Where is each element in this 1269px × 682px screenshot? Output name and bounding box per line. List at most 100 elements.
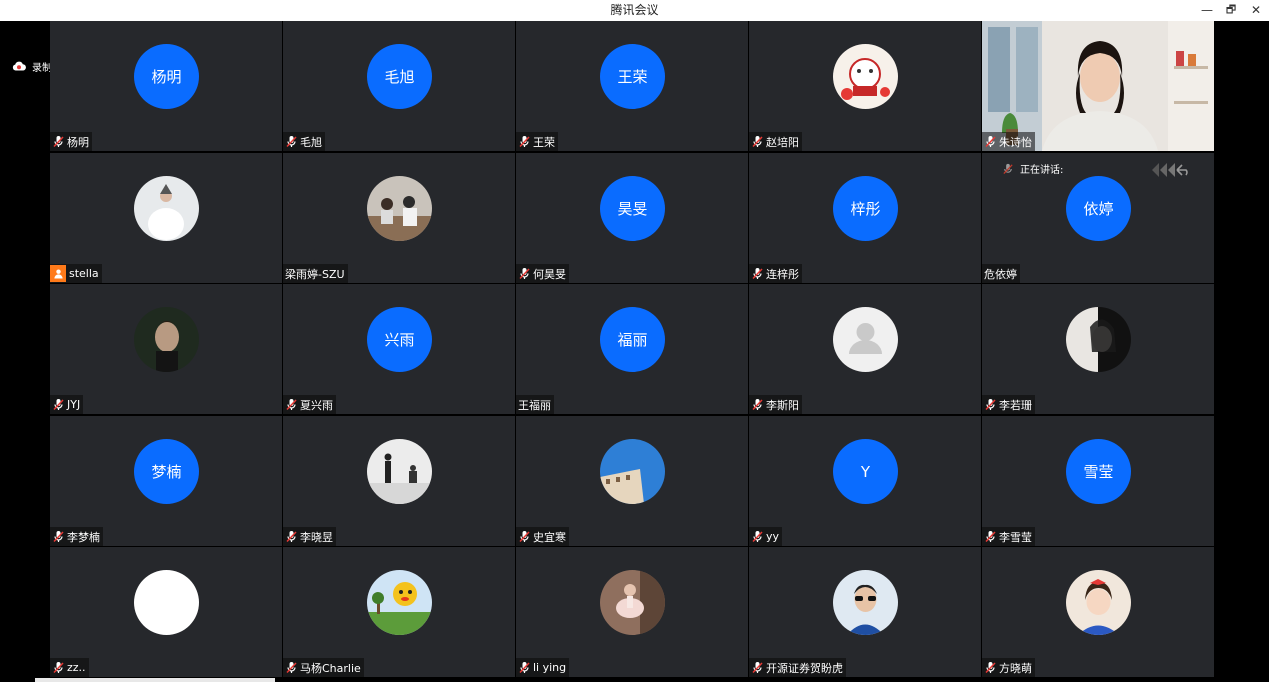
participant-name-label: 王福丽 <box>516 395 554 414</box>
participant-name: yy <box>766 530 780 543</box>
participant-tile[interactable]: 开源证券贺盼虎 <box>749 547 981 677</box>
participant-name-label: 何昊旻 <box>516 264 569 283</box>
participant-tile[interactable]: 李若珊 <box>982 284 1214 414</box>
participant-name-label: li ying <box>516 658 570 677</box>
participant-tile[interactable]: 史宜寒 <box>516 416 748 546</box>
participant-avatar: 昊旻 <box>600 176 665 241</box>
participant-tile[interactable]: Yyy <box>749 416 981 546</box>
participant-name-label: 李斯阳 <box>749 395 802 414</box>
participant-tile[interactable]: 依婷 正在讲话: 危依婷 <box>982 153 1214 283</box>
participant-tile[interactable]: 梓彤 连梓彤 <box>749 153 981 283</box>
avatar-initials: 依婷 <box>1083 200 1114 218</box>
participant-tile[interactable]: 马杨Charlie <box>283 547 515 677</box>
participant-tile[interactable]: 李晓昱 <box>283 416 515 546</box>
participant-tile[interactable]: li ying <box>516 547 748 677</box>
participant-name-label: 史宜寒 <box>516 527 569 546</box>
participant-name: 何昊旻 <box>533 267 566 281</box>
title-bar: 腾讯会议 — 🗗 ✕ <box>0 0 1269 21</box>
left-side-bar <box>0 21 50 682</box>
participant-tile[interactable]: 李斯阳 <box>749 284 981 414</box>
participant-avatar: 依婷 <box>1066 176 1131 241</box>
participant-tile[interactable]: 王荣 王荣 <box>516 21 748 151</box>
participant-avatar <box>134 176 199 241</box>
participant-name: 李梦楠 <box>67 530 100 544</box>
mic-muted-icon <box>751 267 764 280</box>
participant-tile[interactable]: JYJ <box>50 284 282 414</box>
bottom-scroll-strip[interactable] <box>35 678 275 682</box>
participant-name: zz.. <box>67 661 86 674</box>
participant-tile[interactable]: 兴雨 夏兴雨 <box>283 284 515 414</box>
participant-tile[interactable]: 昊旻何昊旻 <box>516 153 748 283</box>
participant-avatar <box>833 570 898 635</box>
participant-name-label: 开源证券贺盼虎 <box>749 658 846 677</box>
participant-name: 王福丽 <box>518 398 551 412</box>
participant-tile[interactable]: 朱诗怡 <box>982 21 1214 151</box>
participant-tile[interactable]: 杨明 杨明 <box>50 21 282 151</box>
participant-avatar: 毛旭 <box>367 44 432 109</box>
participant-avatar: 梓彤 <box>833 176 898 241</box>
mic-muted-icon <box>285 398 298 411</box>
avatar-initials: 毛旭 <box>384 68 415 86</box>
participant-name: stella <box>69 267 99 280</box>
participant-name: 李若珊 <box>999 398 1032 412</box>
participant-tile[interactable]: stella <box>50 153 282 283</box>
mic-muted-icon <box>285 661 298 674</box>
participant-name-label: 李梦楠 <box>50 527 103 546</box>
mic-muted-icon <box>518 530 531 543</box>
cloud-record-icon <box>12 61 26 71</box>
participant-avatar <box>1066 570 1131 635</box>
mic-muted-icon <box>52 135 65 148</box>
participant-tile[interactable]: 梁雨婷-SZU <box>283 153 515 283</box>
participant-avatar <box>367 570 432 635</box>
participant-name-label: JYJ <box>50 395 84 414</box>
participant-tile[interactable]: 方晓萌 <box>982 547 1214 677</box>
participant-name-label: zz.. <box>50 658 89 677</box>
avatar-initials: 福丽 <box>617 331 648 349</box>
participant-name: 李晓昱 <box>300 530 333 544</box>
participant-name-label: stella <box>50 264 102 283</box>
avatar-initials: 梓彤 <box>850 200 881 218</box>
participant-avatar <box>600 570 665 635</box>
participant-grid: 杨明 杨明 毛旭 毛旭 王荣 王荣 赵培阳 朱诗怡 stella 梁雨婷-SZU 昊旻 何昊旻 梓彤 连梓… <box>50 21 1215 682</box>
participant-avatar: 雪莹 <box>1066 439 1131 504</box>
participant-name: 王荣 <box>533 135 555 149</box>
mic-muted-icon <box>518 661 531 674</box>
mic-muted-icon <box>751 661 764 674</box>
close-button[interactable]: ✕ <box>1245 0 1267 21</box>
participant-tile[interactable]: 福丽王福丽 <box>516 284 748 414</box>
audio-wave-icon <box>1150 162 1190 182</box>
participant-tile[interactable]: zz.. <box>50 547 282 677</box>
participant-avatar <box>600 439 665 504</box>
mic-muted-icon <box>285 135 298 148</box>
participant-tile[interactable]: 梦楠李梦楠 <box>50 416 282 546</box>
participant-name: 李雪莹 <box>999 530 1032 544</box>
participant-avatar <box>833 307 898 372</box>
avatar-initials: 梦楠 <box>151 463 182 481</box>
participant-name: 夏兴雨 <box>300 398 333 412</box>
participant-tile[interactable]: 赵培阳 <box>749 21 981 151</box>
participant-name-label: 马杨Charlie <box>283 658 364 677</box>
avatar-initials: 雪莹 <box>1083 463 1114 481</box>
participant-name-label: yy <box>749 527 783 546</box>
speaking-indicator: 正在讲话: <box>1002 161 1063 176</box>
avatar-initials: 王荣 <box>617 68 648 86</box>
participant-tile[interactable]: 雪莹李雪莹 <box>982 416 1214 546</box>
participant-avatar: Y <box>833 439 898 504</box>
participant-name: 毛旭 <box>300 135 322 149</box>
participant-name-label: 方晓萌 <box>982 658 1035 677</box>
mic-muted-icon <box>751 135 764 148</box>
avatar-initials: 杨明 <box>151 68 182 86</box>
mic-muted-icon <box>984 135 997 148</box>
restore-button[interactable]: 🗗 <box>1220 0 1242 21</box>
participant-tile[interactable]: 毛旭 毛旭 <box>283 21 515 151</box>
participant-avatar <box>1066 307 1131 372</box>
mic-muted-icon <box>984 398 997 411</box>
participant-avatar <box>833 44 898 109</box>
participant-avatar <box>367 176 432 241</box>
mic-muted-icon <box>751 530 764 543</box>
participant-name: 李斯阳 <box>766 398 799 412</box>
participant-name-label: 赵培阳 <box>749 132 802 151</box>
participant-avatar: 王荣 <box>600 44 665 109</box>
participant-name-label: 杨明 <box>50 132 92 151</box>
minimize-button[interactable]: — <box>1196 0 1218 21</box>
